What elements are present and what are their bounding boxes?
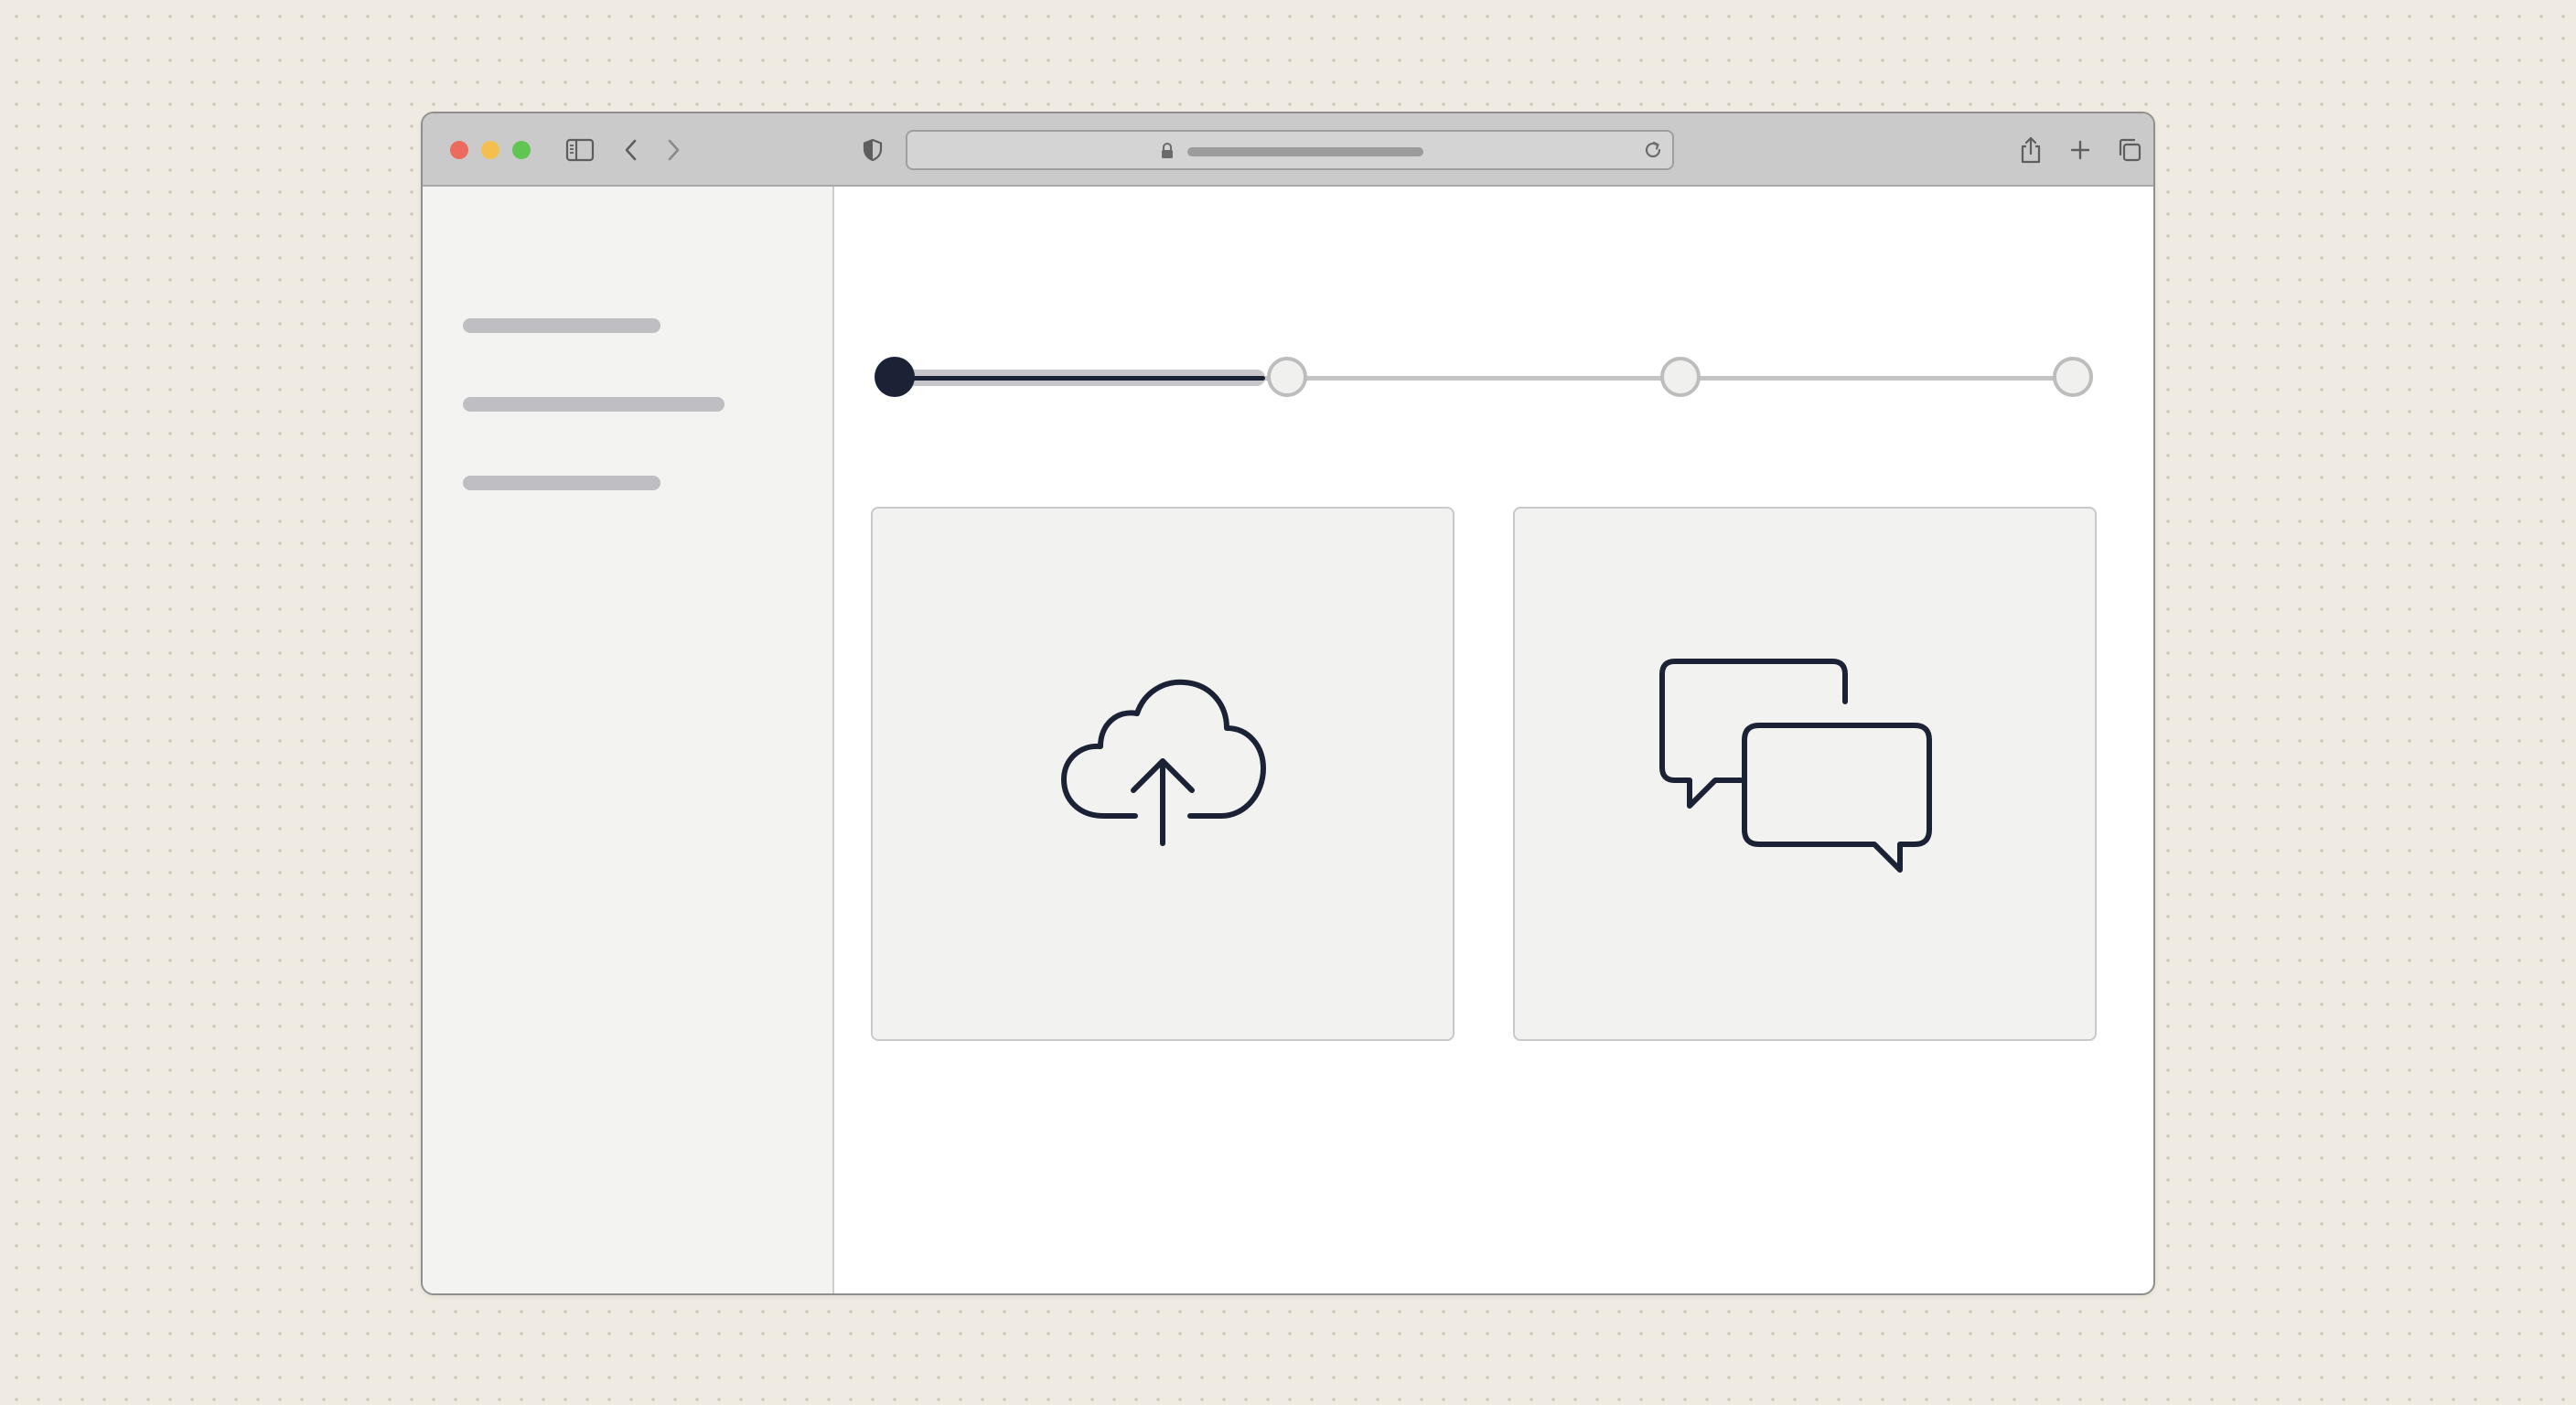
chevron-left-icon[interactable] xyxy=(615,134,648,166)
sidebar-toggle-icon[interactable] xyxy=(564,134,596,166)
minimize-window-button[interactable] xyxy=(481,141,499,159)
chat-option-card[interactable] xyxy=(1513,507,2097,1041)
zoom-window-button[interactable] xyxy=(512,141,531,159)
sidebar-item-placeholder[interactable] xyxy=(463,476,660,490)
close-window-button[interactable] xyxy=(450,141,468,159)
chevron-right-icon[interactable] xyxy=(657,134,690,166)
step-indicator-3[interactable] xyxy=(1659,357,1701,397)
url-text-placeholder xyxy=(1187,147,1423,156)
step-indicator-1[interactable] xyxy=(875,357,915,397)
sidebar-item-placeholder[interactable] xyxy=(463,397,724,412)
stepper-progress-fill xyxy=(895,376,1266,381)
browser-window xyxy=(421,112,2155,1295)
browser-toolbar xyxy=(423,113,2153,187)
address-bar[interactable] xyxy=(906,130,1674,170)
plus-icon[interactable] xyxy=(2064,134,2097,166)
upload-option-card[interactable] xyxy=(871,507,1454,1041)
step-indicator-2[interactable] xyxy=(1267,357,1308,397)
sidebar-item-placeholder[interactable] xyxy=(463,318,660,333)
shield-icon[interactable] xyxy=(856,134,889,166)
step-indicator-4[interactable] xyxy=(2053,357,2093,397)
cloud-upload-icon xyxy=(1044,671,1282,877)
tabs-overview-icon[interactable] xyxy=(2113,134,2146,166)
lock-icon xyxy=(1160,142,1175,165)
reload-icon[interactable] xyxy=(1641,138,1665,166)
progress-stepper xyxy=(871,351,2097,406)
sidebar xyxy=(423,187,834,1293)
chat-bubbles-icon xyxy=(1658,649,1951,900)
share-icon[interactable] xyxy=(2014,134,2047,166)
